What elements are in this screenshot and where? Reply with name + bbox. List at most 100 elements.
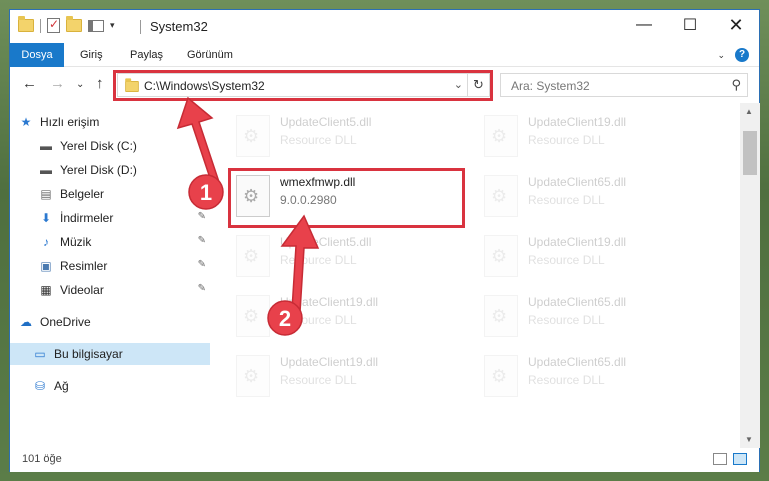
quick-access-toolbar: ▾ bbox=[18, 16, 115, 33]
minimize-button[interactable]: — bbox=[621, 10, 667, 40]
network-icon: ⛁ bbox=[34, 379, 46, 393]
computer-icon: ▭ bbox=[34, 347, 46, 361]
file-description: Resource DLL bbox=[528, 373, 605, 387]
tab-home[interactable]: Giriş bbox=[80, 43, 103, 67]
item-count: 101 öğe bbox=[22, 453, 62, 465]
search-icon: ⚲ bbox=[731, 77, 741, 92]
tab-share[interactable]: Paylaş bbox=[130, 43, 163, 67]
back-button[interactable]: ← bbox=[22, 75, 37, 92]
file-description: Resource DLL bbox=[528, 133, 605, 147]
close-button[interactable]: ✕ bbox=[713, 10, 759, 40]
folder-icon[interactable] bbox=[18, 16, 34, 32]
dll-file-icon bbox=[484, 235, 518, 277]
documents-icon: ▤ bbox=[40, 187, 52, 201]
toolbar-divider bbox=[40, 18, 41, 33]
search-box[interactable]: Ara: System32 ⚲ bbox=[500, 73, 748, 97]
sidebar-item-network[interactable]: ⛁ Ağ bbox=[32, 375, 210, 397]
file-name: UpdateClient19.dll bbox=[280, 295, 379, 309]
sidebar-item-local-disk-c[interactable]: ▬ Yerel Disk (C:) bbox=[38, 135, 210, 157]
file-description: Resource DLL bbox=[528, 193, 605, 207]
file-list: UpdateClient5.dll Resource DLL UpdateCli… bbox=[210, 103, 740, 448]
file-item[interactable]: UpdateClient19.dll Resource DLL bbox=[478, 229, 718, 285]
title-divider bbox=[140, 20, 141, 34]
sidebar-item-label: Bu bilgisayar bbox=[54, 347, 123, 361]
sidebar-item-videos[interactable]: ▦ Videolar ✎ bbox=[38, 279, 210, 301]
sidebar-item-downloads[interactable]: ⬇ İndirmeler ✎ bbox=[38, 207, 210, 229]
tab-view[interactable]: Görünüm bbox=[187, 43, 233, 67]
sidebar-item-label: Videolar bbox=[60, 283, 104, 297]
sidebar-item-onedrive[interactable]: ☁ OneDrive bbox=[18, 311, 210, 333]
file-description: Resource DLL bbox=[528, 253, 605, 267]
vertical-scrollbar[interactable]: ▲ ▼ bbox=[740, 103, 760, 448]
sidebar-item-label: Yerel Disk (D:) bbox=[60, 163, 137, 177]
sidebar-item-label: Belgeler bbox=[60, 187, 105, 201]
file-item[interactable]: UpdateClient65.dll Resource DLL bbox=[478, 289, 718, 345]
file-item[interactable]: UpdateClient65.dll Resource DLL bbox=[478, 349, 718, 405]
status-bar: 101 öğe bbox=[10, 448, 759, 472]
file-item[interactable]: UpdateClient65.dll Resource DLL bbox=[478, 169, 718, 225]
dll-file-icon bbox=[484, 295, 518, 337]
file-name: UpdateClient5.dll bbox=[280, 115, 372, 129]
file-item[interactable]: UpdateClient19.dll Resource DLL bbox=[478, 109, 718, 165]
sidebar-item-pictures[interactable]: ▣ Resimler ✎ bbox=[38, 255, 210, 277]
sidebar-item-label: Resimler bbox=[60, 259, 108, 273]
sidebar-item-quick-access[interactable]: ★ Hızlı erişim bbox=[18, 111, 218, 133]
scroll-down-icon[interactable]: ▼ bbox=[745, 435, 753, 444]
music-icon: ♪ bbox=[43, 235, 49, 249]
star-icon: ★ bbox=[20, 115, 32, 129]
sidebar-item-documents[interactable]: ▤ Belgeler bbox=[38, 183, 210, 205]
pin-icon[interactable]: ✎ bbox=[198, 235, 206, 246]
help-icon[interactable]: ? bbox=[735, 48, 749, 62]
file-name: UpdateClient5.dll bbox=[280, 235, 372, 249]
pin-icon[interactable]: ✎ bbox=[198, 211, 206, 222]
file-description: Resource DLL bbox=[280, 253, 357, 267]
file-item[interactable]: UpdateClient19.dll Resource DLL bbox=[230, 349, 470, 405]
sidebar-item-label: İndirmeler bbox=[60, 211, 114, 225]
forward-button[interactable]: → bbox=[50, 75, 65, 92]
file-name: UpdateClient65.dll bbox=[528, 175, 627, 189]
pictures-icon: ▣ bbox=[40, 259, 52, 273]
sidebar-item-music[interactable]: ♪ Müzik ✎ bbox=[38, 231, 210, 253]
sidebar-item-label: Ağ bbox=[54, 379, 69, 393]
maximize-button[interactable]: ☐ bbox=[667, 10, 713, 40]
recent-locations-button[interactable]: ⌄ bbox=[76, 79, 84, 90]
dll-file-icon bbox=[236, 295, 270, 337]
sidebar-item-local-disk-d[interactable]: ▬ Yerel Disk (D:) bbox=[38, 159, 210, 181]
customize-toolbar-icon[interactable]: ▾ bbox=[110, 20, 115, 31]
drive-icon: ▬ bbox=[40, 139, 52, 153]
onedrive-icon: ☁ bbox=[20, 315, 32, 329]
dll-file-icon bbox=[236, 115, 270, 157]
window-title: System32 bbox=[150, 19, 208, 34]
file-item[interactable]: UpdateClient5.dll Resource DLL bbox=[230, 109, 470, 165]
file-name: UpdateClient19.dll bbox=[528, 115, 627, 129]
dll-file-icon bbox=[236, 235, 270, 277]
ribbon-expand-icon[interactable]: ⌄ bbox=[717, 50, 725, 61]
scroll-thumb[interactable] bbox=[743, 131, 757, 175]
search-placeholder[interactable]: Ara: System32 bbox=[511, 79, 590, 93]
navigation-pane: ★ Hızlı erişim ▬ Yerel Disk (C:) ▬ Yerel… bbox=[10, 103, 210, 448]
dll-file-icon bbox=[484, 355, 518, 397]
tiles-view-icon[interactable] bbox=[733, 453, 747, 465]
sidebar-item-label: Yerel Disk (C:) bbox=[60, 139, 137, 153]
scroll-up-icon[interactable]: ▲ bbox=[745, 107, 753, 116]
new-folder-icon[interactable] bbox=[66, 16, 82, 32]
dll-file-icon bbox=[236, 355, 270, 397]
pin-icon[interactable]: ✎ bbox=[198, 283, 206, 294]
file-name: UpdateClient19.dll bbox=[528, 235, 627, 249]
sidebar-item-this-pc[interactable]: ▭ Bu bilgisayar bbox=[10, 343, 210, 365]
title-bar: ▾ System32 — ☐ ✕ bbox=[10, 10, 759, 43]
file-item[interactable]: UpdateClient5.dll Resource DLL bbox=[230, 229, 470, 285]
up-button[interactable]: ↑ bbox=[96, 75, 104, 92]
drive-icon: ▬ bbox=[40, 163, 52, 177]
videos-icon: ▦ bbox=[40, 283, 52, 297]
properties-icon[interactable] bbox=[47, 17, 60, 33]
sidebar-item-label: Müzik bbox=[60, 235, 92, 249]
sidebar-item-label: Hızlı erişim bbox=[40, 115, 100, 129]
dll-file-icon bbox=[484, 115, 518, 157]
address-bar-highlight bbox=[113, 70, 493, 101]
details-view-icon[interactable] bbox=[713, 453, 727, 465]
view-icon[interactable] bbox=[88, 19, 104, 32]
pin-icon[interactable]: ✎ bbox=[198, 259, 206, 270]
file-name: UpdateClient65.dll bbox=[528, 295, 627, 309]
file-item[interactable]: UpdateClient19.dll Resource DLL bbox=[230, 289, 470, 345]
